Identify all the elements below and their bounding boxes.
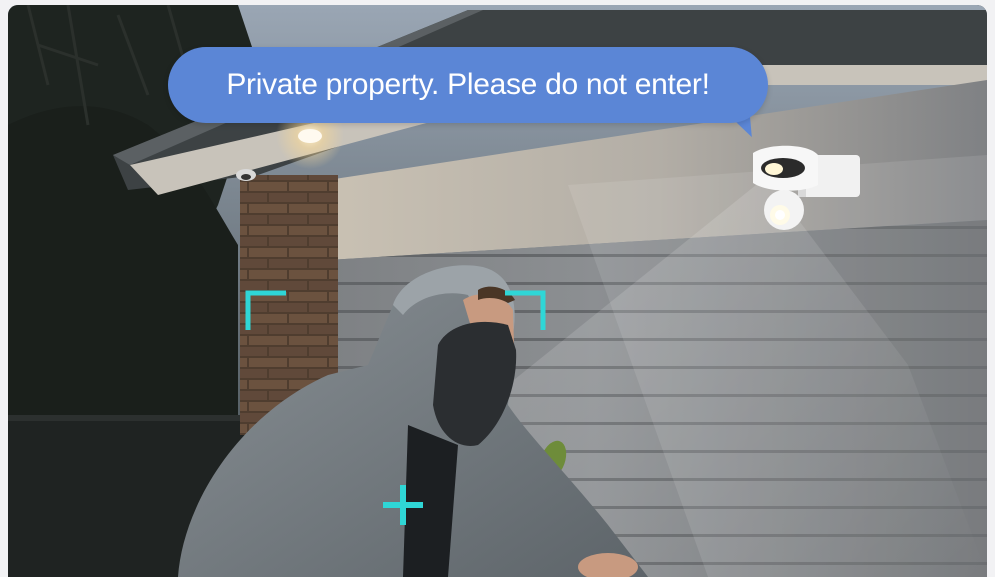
speech-bubble: Private property. Please do not enter!	[168, 47, 768, 123]
photo-frame: Private property. Please do not enter!	[8, 5, 987, 577]
speech-bubble-text: Private property. Please do not enter!	[226, 68, 710, 101]
